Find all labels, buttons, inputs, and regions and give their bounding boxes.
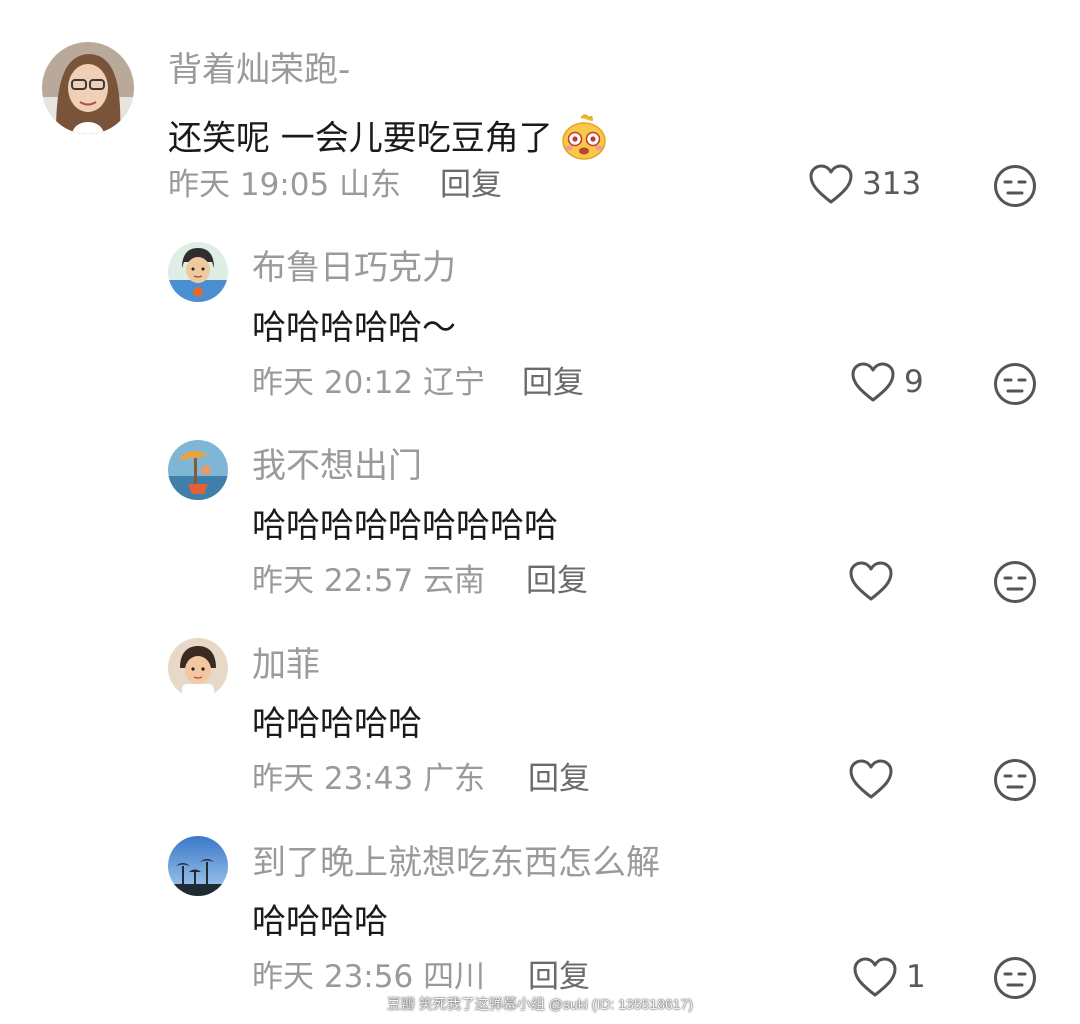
comment-location: 山东 [339, 167, 402, 203]
like-button[interactable]: 313 [808, 163, 921, 205]
comment-date: 昨天 [252, 563, 314, 599]
watermark: 豆瓣 笑死我了这弹幕小组 @suki (ID: 135518617) [387, 996, 693, 1012]
dislike-button[interactable] [993, 758, 1037, 802]
dislike-button[interactable] [993, 362, 1037, 406]
comment-meta: 昨天 19:05 山东 [168, 170, 401, 201]
comment-time: 22:57 [323, 563, 414, 599]
neutral-face-icon [993, 560, 1037, 604]
comment-text: 还笑呢 一会儿要吃豆角了 [168, 112, 609, 168]
comment-meta: 昨天 22:57 云南 [252, 566, 485, 597]
comment-time: 20:12 [323, 365, 414, 401]
username[interactable]: 布鲁日巧克力 [252, 251, 456, 285]
comment-time: 23:56 [323, 959, 414, 995]
heart-outline-icon [848, 758, 894, 800]
comment-meta: 昨天 20:12 辽宁 [252, 368, 485, 399]
comment-location: 广东 [423, 761, 486, 797]
neutral-face-icon [993, 164, 1037, 208]
avatar[interactable] [168, 836, 228, 896]
username[interactable]: 我不想出门 [252, 449, 422, 483]
dislike-button[interactable] [993, 560, 1037, 604]
like-count: 9 [904, 363, 924, 400]
comment-date: 昨天 [168, 167, 230, 203]
reply-button[interactable]: 回复 [526, 566, 588, 597]
username[interactable]: 到了晚上就想吃东西怎么解 [252, 846, 660, 880]
comment-text: 哈哈哈哈哈 [252, 704, 422, 744]
heart-outline-icon [848, 560, 894, 602]
neutral-face-icon [993, 362, 1037, 406]
comment-thread: 背着灿荣跑- 还笑呢 一会儿要吃豆角了 昨天 19:05 山东 回复 313 布… [0, 0, 1080, 1024]
like-count: 1 [906, 958, 926, 995]
avatar[interactable] [42, 42, 134, 134]
comment-location: 云南 [423, 563, 486, 599]
like-button[interactable]: 9 [850, 361, 924, 403]
like-button[interactable]: 1 [852, 956, 926, 998]
like-button[interactable] [848, 560, 902, 602]
comment-text-body: 还笑呢 一会儿要吃豆角了 [168, 118, 553, 159]
avatar[interactable] [168, 242, 228, 302]
reply-button[interactable]: 回复 [528, 962, 590, 993]
reply-button[interactable]: 回复 [440, 170, 502, 201]
dizzy-face-emoji [559, 112, 609, 168]
avatar[interactable] [168, 638, 228, 698]
comment-meta: 昨天 23:43 广东 [252, 764, 485, 795]
username[interactable]: 加菲 [252, 648, 320, 682]
comment-time: 19:05 [239, 167, 330, 203]
dislike-button[interactable] [993, 164, 1037, 208]
avatar[interactable] [168, 440, 228, 500]
like-button[interactable] [848, 758, 902, 800]
comment-location: 四川 [423, 959, 486, 995]
comment-date: 昨天 [252, 761, 314, 797]
comment-location: 辽宁 [423, 365, 486, 401]
comment-date: 昨天 [252, 365, 314, 401]
neutral-face-icon [993, 758, 1037, 802]
comment-date: 昨天 [252, 959, 314, 995]
username[interactable]: 背着灿荣跑- [168, 53, 350, 87]
comment-text: 哈哈哈哈哈～ [252, 308, 456, 348]
heart-outline-icon [850, 361, 896, 403]
comment-text: 哈哈哈哈 [252, 902, 388, 942]
heart-outline-icon [808, 163, 854, 205]
reply-button[interactable]: 回复 [522, 368, 584, 399]
comment-time: 23:43 [323, 761, 414, 797]
heart-outline-icon [852, 956, 898, 998]
comment-text: 哈哈哈哈哈哈哈哈哈 [252, 506, 558, 546]
comment-meta: 昨天 23:56 四川 [252, 962, 485, 993]
reply-button[interactable]: 回复 [528, 764, 590, 795]
like-count: 313 [862, 165, 922, 202]
